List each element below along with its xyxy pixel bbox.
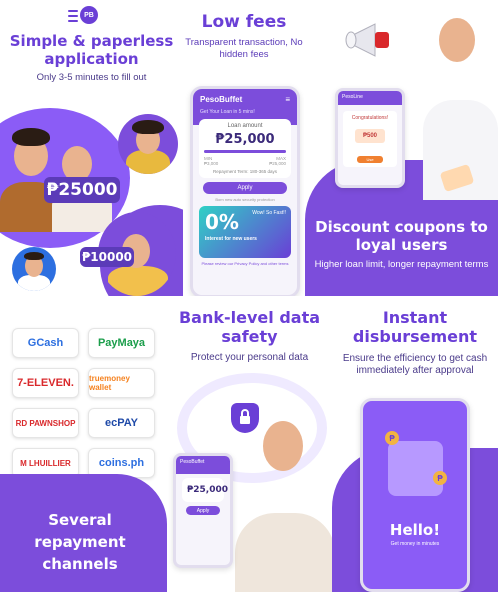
dialog-coupon-value: ₱500 [355,129,385,143]
woman-photo-circle [118,114,178,174]
logo-stripe [68,20,78,22]
wallet-label: truemoney wallet [89,374,130,392]
logo-stripe [68,10,78,12]
panel-discount-coupons: PesoLine Congratulations! ₱500 Use Disco… [305,0,498,296]
amount-badge-large: ₱25000 [44,177,120,203]
panel-instant-disbursement: Instant disbursement Ensure the efficien… [332,298,498,592]
panel5-subline: Protect your personal data [190,352,309,363]
repayment-term: Repayment Term: 180-365 days [213,169,277,174]
couple-photo [0,112,118,232]
wallet-label: GCash [27,337,64,349]
logo-badge: PB [80,6,98,24]
promo-text: Interest for new users [205,236,257,242]
app-topbar: PesoLine [338,91,402,105]
fine-print[interactable]: Please review our Privacy Policy and oth… [193,261,297,266]
logo-stripe [68,15,78,17]
app-hint: Get Your Loan in 5 mins! [200,109,255,115]
megaphone-icon [345,23,389,57]
wallet-tile[interactable]: PayMaya [88,328,155,358]
tagline: Get money in minutes [390,541,440,547]
wallet-label: M LHUILLIER [20,458,71,468]
panel6-headline: Instant disbursement [352,308,478,346]
app-topbar: PesoBuffet [176,456,230,474]
promo-banner[interactable]: 0% Interest for new users Wow! So Fast!! [199,206,291,258]
panel3-headline: Discount coupons to loyal users [315,218,488,254]
phone-mockup: PesoBuffet ≡ Get Your Loan in 5 mins! Lo… [190,86,300,296]
panel1-headline: Simple & paperless application [9,32,174,68]
panel1-subline: Only 3-5 minutes to fill out [36,72,147,83]
loan-card: Loan amount ₱25,000 MIN MAX ₱3,000 ₱25,0… [199,119,291,178]
wallet-label: 7-ELEVEN. [17,377,74,389]
coupon-dialog: Congratulations! ₱500 Use [343,111,397,167]
panel2-headline: Low fees [201,12,287,32]
panel6-subline: Ensure the efficiency to get cash immedi… [342,353,488,376]
loan-card: ₱25,000 [182,478,228,502]
promo-wow: Wow! So Fast!! [252,210,286,216]
min-value: ₱3,000 [204,161,219,166]
wallet-label: ecPAY [104,417,139,429]
phone-mockup: PesoBuffet ₱25,000 Apply [173,453,233,568]
panel-repayment-channels: GCash PayMaya 7-ELEVEN. truemoney wallet RD … [0,298,167,592]
amount-badge-small: ₱10000 [80,247,134,267]
apply-button[interactable]: Apply [186,506,220,515]
panel3-subline: Higher loan limit, longer repayment term… [314,259,489,270]
panel-simple-application: PB Simple & paperless application Only 3… [0,0,183,296]
woman-holding-phone [235,393,332,592]
panel-low-fees: Low fees Transparent transaction, No hid… [184,0,304,296]
panel4-headline: Several repayment channels [34,511,126,573]
peso-coin-icon: ₱ [385,431,399,445]
app-brand: PesoBuffet [200,95,243,104]
wallet-label: coins.ph [98,457,145,469]
menu-icon[interactable]: ≡ [285,95,290,104]
max-value: ₱25,000 [269,161,286,166]
dialog-title: Congratulations! [351,115,389,121]
panel2-subline: Transparent transaction, No hidden fees [185,37,303,60]
peso-coin-icon: ₱ [433,471,447,485]
wallet-tile[interactable]: 7-ELEVEN. [12,368,79,398]
promo-value: 0% [205,210,239,234]
panel5-headline: Bank-level data safety [178,308,321,346]
apply-button[interactable]: Apply [203,182,287,194]
use-label: Use [366,157,374,162]
protection-note: Born new auto security protection [215,197,275,202]
loan-value: ₱25,000 [215,132,275,147]
wallet-label: PayMaya [97,337,146,349]
app-logo: PB [68,6,98,26]
phone-mockup: ₱ ₱ Hello! Get money in minutes [360,398,470,592]
hello-text: Hello! [389,521,441,539]
wallet-label: RD PAWNSHOP [15,418,76,428]
loan-label: Loan amount [227,123,263,129]
phone-mockup: PesoLine Congratulations! ₱500 Use [335,88,405,188]
loan-value: ₱25,000 [187,485,228,495]
man-photo-circle [12,247,56,291]
panel-data-safety: Bank-level data safety Protect your pers… [167,298,332,592]
money-illustration [388,441,443,496]
use-coupon-button[interactable]: Use [357,156,383,163]
wallet-tile[interactable]: truemoney wallet [88,368,155,398]
wallet-tile[interactable]: GCash [12,328,79,358]
wallet-tile[interactable]: RD PAWNSHOP [12,408,79,438]
loan-slider[interactable] [204,150,286,153]
wallet-tile[interactable]: ecPAY [88,408,155,438]
